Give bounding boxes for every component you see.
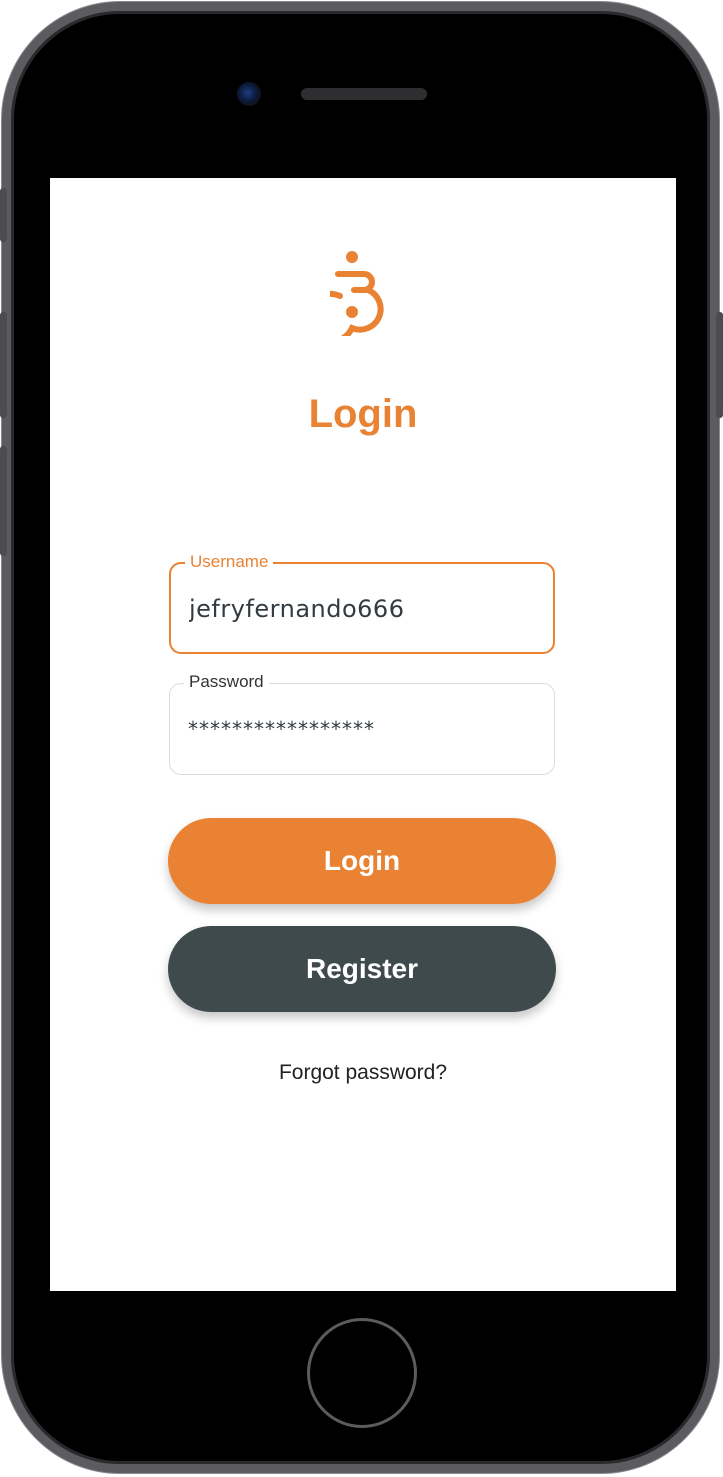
username-input[interactable]: [189, 588, 529, 630]
username-field[interactable]: Username: [169, 552, 555, 654]
forgot-password-link[interactable]: Forgot password?: [50, 1061, 676, 1085]
password-input[interactable]: [188, 708, 528, 750]
earpiece-speaker: [301, 88, 427, 100]
login-screen: Login Username Password Login Register F…: [50, 178, 676, 1291]
volume-up-button: [0, 312, 7, 418]
wheelchair-logo-icon: [330, 251, 384, 336]
volume-down-button: [0, 446, 7, 556]
home-button: [307, 1318, 417, 1428]
front-camera: [237, 82, 261, 106]
login-button[interactable]: Login: [168, 818, 556, 904]
register-button[interactable]: Register: [168, 926, 556, 1012]
device-mockup: Login Username Password Login Register F…: [0, 0, 723, 1477]
username-label: Username: [185, 552, 274, 572]
password-label: Password: [184, 672, 269, 692]
mute-switch: [0, 188, 7, 242]
password-field[interactable]: Password: [169, 672, 555, 775]
page-title: Login: [308, 392, 418, 436]
power-button: [716, 312, 723, 418]
